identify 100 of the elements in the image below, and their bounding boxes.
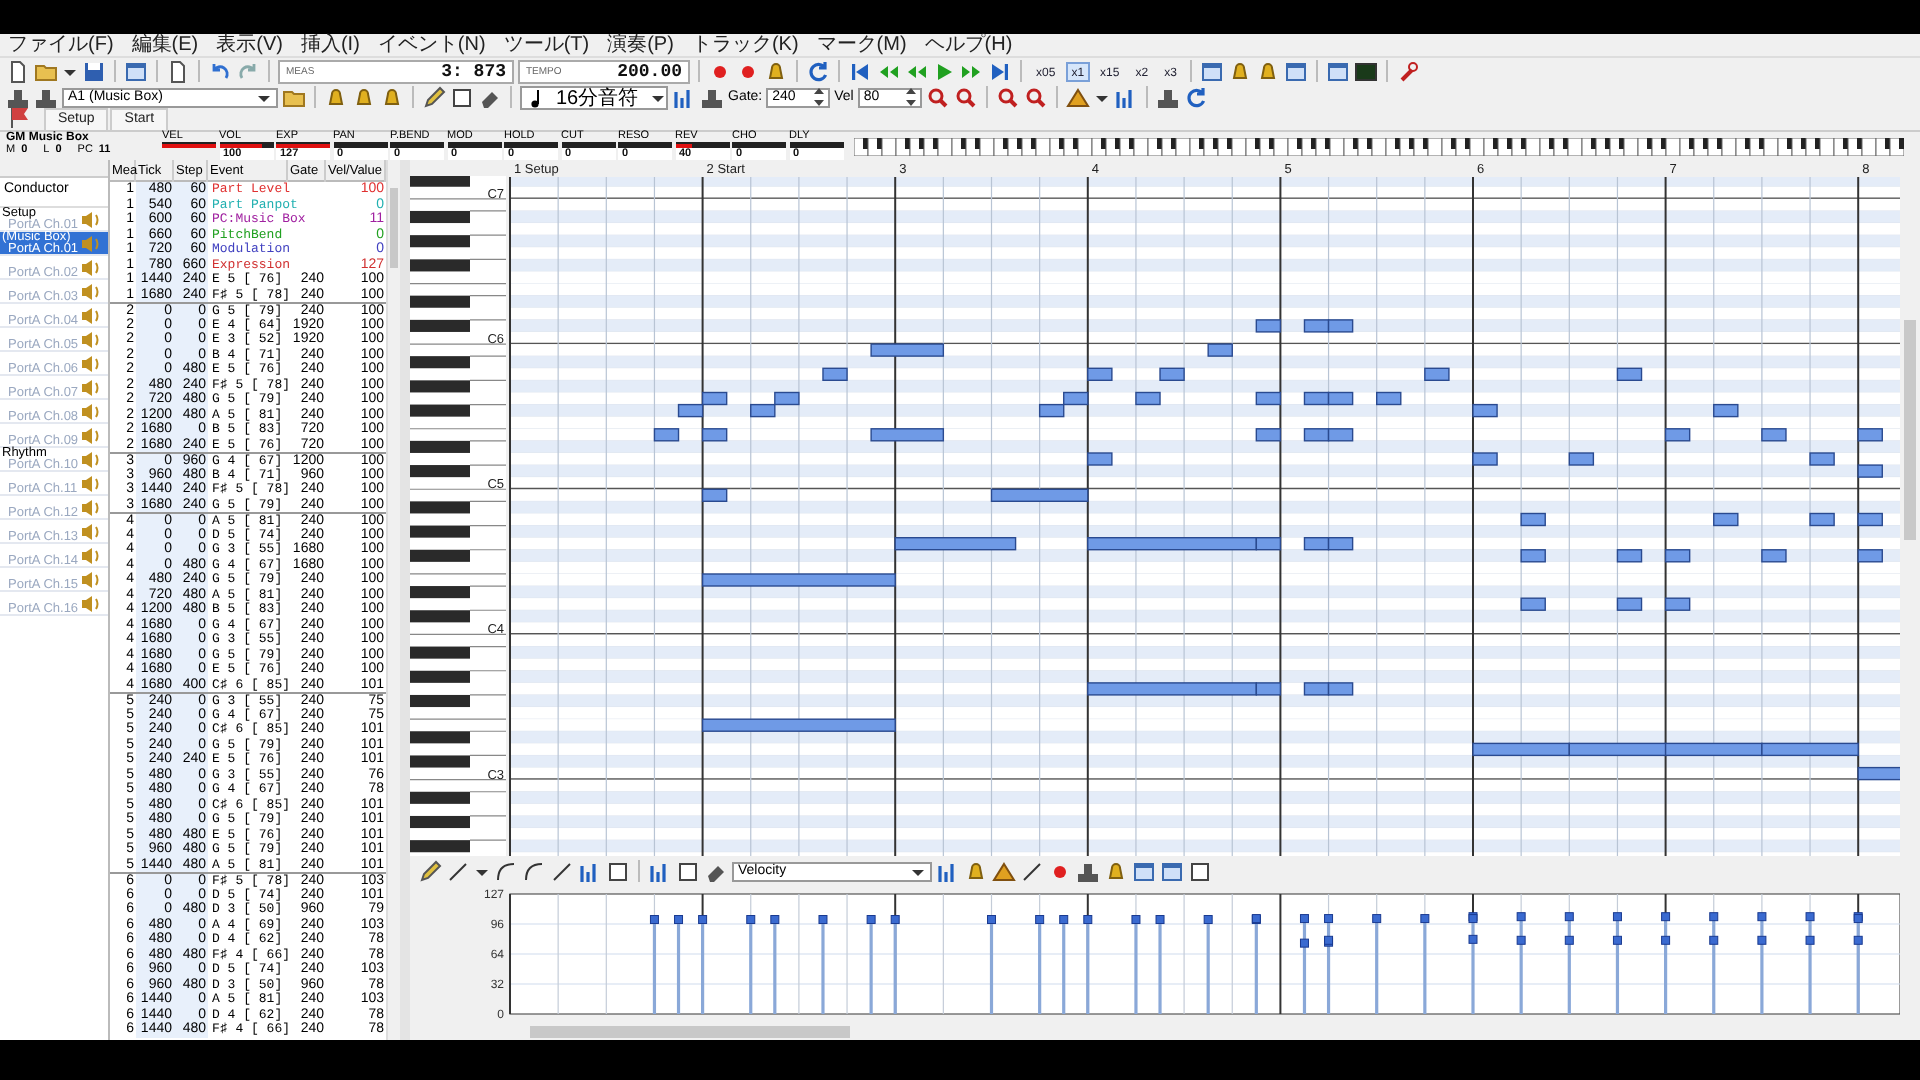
curve-icon[interactable] (522, 859, 546, 883)
velocity-stem[interactable] (1853, 912, 1863, 1014)
zoom-icon[interactable] (925, 85, 950, 109)
velocity-stem[interactable] (1661, 912, 1671, 1014)
screen-icon[interactable] (1354, 59, 1379, 83)
zoom-icon[interactable] (1023, 85, 1048, 109)
note[interactable] (750, 403, 776, 418)
note[interactable] (1135, 391, 1161, 406)
mini-keyboard-drawing[interactable] (854, 137, 1904, 155)
window-icon[interactable] (124, 59, 148, 83)
speaker-icon[interactable] (78, 255, 103, 279)
menu-item[interactable]: ヘルプ(H) (924, 34, 1013, 56)
speaker-icon[interactable] (78, 327, 103, 351)
note[interactable] (1568, 742, 1667, 757)
velocity-stem[interactable] (1468, 912, 1478, 1014)
note[interactable] (1303, 682, 1330, 696)
bell-icon[interactable] (1104, 859, 1128, 883)
menu-item[interactable]: トラック(K) (691, 34, 799, 56)
velocity-stem[interactable] (1251, 914, 1261, 1014)
note[interactable] (653, 428, 680, 442)
speaker-icon[interactable] (78, 447, 103, 471)
bar-graph-icon[interactable] (578, 859, 602, 883)
menu-item[interactable]: ツール(T) (503, 34, 590, 56)
speaker-icon[interactable] (78, 543, 103, 567)
window-icon[interactable] (1132, 859, 1156, 883)
note[interactable] (1472, 742, 1570, 757)
note[interactable] (774, 391, 800, 406)
note[interactable] (1809, 512, 1835, 527)
bell-icon[interactable] (964, 859, 988, 883)
wrench-icon[interactable] (1396, 59, 1421, 83)
note[interactable] (1255, 391, 1282, 406)
note[interactable] (1376, 391, 1402, 406)
window-icon[interactable] (1284, 59, 1309, 83)
speaker-icon[interactable] (78, 399, 103, 423)
line-icon[interactable] (550, 859, 574, 883)
speaker-icon[interactable] (78, 471, 102, 495)
note[interactable] (1327, 428, 1354, 442)
velocity-stem[interactable] (890, 915, 900, 1014)
velocity-stem[interactable] (1564, 912, 1574, 1014)
note[interactable] (1616, 597, 1643, 611)
note[interactable] (701, 488, 728, 502)
note[interactable] (1063, 391, 1089, 406)
menu-item[interactable]: 編集(E) (131, 34, 199, 56)
note[interactable] (1087, 367, 1113, 381)
velocity-stem[interactable] (698, 915, 708, 1014)
note[interactable] (1713, 403, 1739, 418)
note[interactable] (1303, 428, 1330, 442)
bar-graph-icon[interactable] (672, 85, 696, 109)
velocity-stem[interactable] (987, 915, 996, 1014)
note[interactable] (1713, 512, 1739, 527)
menu-item[interactable]: 挿入(I) (300, 34, 360, 56)
bell-icon[interactable] (764, 59, 788, 83)
bar-graph-icon[interactable] (1113, 85, 1138, 109)
note-length-dropdown[interactable]: 16分音符 (520, 85, 668, 109)
line-icon[interactable] (1020, 859, 1044, 883)
velocity-stem[interactable] (1612, 912, 1622, 1014)
square-icon[interactable] (676, 859, 700, 883)
note[interactable] (1255, 682, 1282, 696)
note[interactable] (1327, 537, 1354, 551)
refresh-icon[interactable] (806, 59, 830, 83)
velocity-stem[interactable] (1324, 914, 1334, 1014)
menu-item[interactable]: ファイル(F) (8, 34, 114, 56)
piano-keyboard-drawing[interactable] (410, 174, 507, 856)
window-icon[interactable] (1160, 859, 1184, 883)
menu-item[interactable]: 演奏(P) (607, 34, 674, 56)
bell-icon[interactable] (324, 85, 348, 109)
note[interactable] (1327, 682, 1354, 696)
speaker-icon[interactable] (78, 591, 103, 615)
note[interactable] (701, 428, 728, 442)
velocity-stem[interactable] (674, 915, 683, 1014)
note[interactable] (1255, 319, 1282, 333)
menu-item[interactable]: 表示(V) (216, 34, 283, 56)
velocity-stem[interactable] (1155, 915, 1165, 1014)
speaker-icon[interactable] (78, 567, 103, 591)
velocity-stem[interactable] (866, 915, 876, 1014)
velocity-stem[interactable] (818, 915, 828, 1014)
refresh-icon[interactable] (1183, 85, 1208, 109)
velocity-stem[interactable] (1035, 915, 1045, 1014)
velocity-stem[interactable] (1083, 915, 1093, 1014)
velocity-stem[interactable] (1757, 912, 1767, 1014)
scrollbar[interactable] (386, 160, 400, 1040)
note[interactable] (1664, 597, 1691, 611)
zoom-icon[interactable] (953, 85, 978, 109)
velocity-stem[interactable] (1805, 912, 1815, 1014)
velocity-stem[interactable] (1420, 914, 1430, 1014)
note[interactable] (1159, 367, 1185, 381)
velocity-stem[interactable] (1516, 912, 1526, 1014)
window-icon[interactable] (1200, 59, 1225, 83)
note[interactable] (822, 367, 848, 381)
note[interactable] (1303, 537, 1330, 551)
note[interactable] (1857, 512, 1883, 527)
speaker-icon[interactable] (78, 495, 103, 519)
velocity-stem[interactable] (1709, 912, 1719, 1014)
curve-icon[interactable] (494, 859, 518, 883)
menu-item[interactable]: イベント(N) (377, 34, 486, 56)
speaker-icon[interactable] (78, 351, 103, 375)
velocity-stem[interactable] (1131, 915, 1141, 1014)
square-icon[interactable] (1188, 859, 1212, 883)
note[interactable] (1255, 428, 1282, 442)
menu-item[interactable]: マーク(M) (816, 34, 907, 56)
